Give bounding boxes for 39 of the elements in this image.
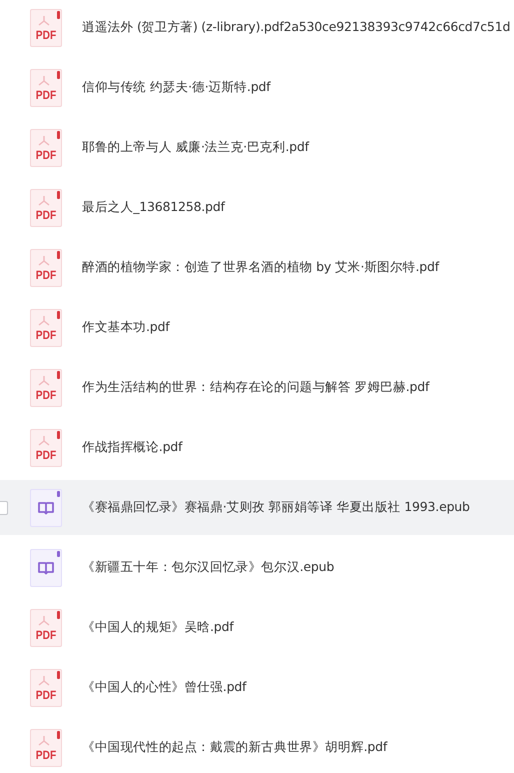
file-row[interactable]: PDF 作文基本功.pdf xyxy=(0,300,514,355)
file-row[interactable]: 《赛福鼎回忆录》赛福鼎·艾则孜 郭丽娟等译 华夏出版社 1993.epub xyxy=(0,480,514,535)
file-name: 《中国人的规矩》吴晗.pdf xyxy=(82,619,234,636)
pdf-file-icon: PDF xyxy=(30,608,62,646)
pdf-file-icon: PDF xyxy=(30,668,62,706)
pdf-file-icon: PDF xyxy=(30,728,62,766)
file-row[interactable]: PDF 最后之人_13681258.pdf xyxy=(0,180,514,235)
file-row[interactable]: PDF 作为生活结构的世界：结构存在论的问题与解答 罗姆巴赫.pdf xyxy=(0,360,514,415)
file-name: 信仰与传统 约瑟夫·德·迈斯特.pdf xyxy=(82,79,270,96)
pdf-file-icon: PDF xyxy=(30,308,62,346)
pdf-file-icon: PDF xyxy=(30,128,62,166)
file-name: 《新疆五十年：包尔汉回忆录》包尔汉.epub xyxy=(82,559,334,576)
pdf-file-icon: PDF xyxy=(30,8,62,46)
file-row[interactable]: PDF 作战指挥概论.pdf xyxy=(0,420,514,475)
file-name: 作文基本功.pdf xyxy=(82,319,170,336)
pdf-file-icon: PDF xyxy=(30,428,62,466)
file-row[interactable]: PDF 耶鲁的上帝与人 威廉·法兰克·巴克利.pdf xyxy=(0,120,514,175)
file-name: 耶鲁的上帝与人 威廉·法兰克·巴克利.pdf xyxy=(82,139,309,156)
pdf-file-icon: PDF xyxy=(30,68,62,106)
file-name: 作为生活结构的世界：结构存在论的问题与解答 罗姆巴赫.pdf xyxy=(82,379,430,396)
file-row[interactable]: PDF 醉酒的植物学家：创造了世界名酒的植物 by 艾米·斯图尔特.pdf xyxy=(0,240,514,295)
pdf-file-icon: PDF xyxy=(30,248,62,286)
file-name: 《中国人的心性》曾仕强.pdf xyxy=(82,679,246,696)
file-row[interactable]: 《新疆五十年：包尔汉回忆录》包尔汉.epub xyxy=(0,540,514,595)
file-name: 逍遥法外 (贺卫方著) (z-library).pdf2a530ce92138393c9742c66cd7c51d xyxy=(82,19,510,36)
file-row[interactable]: PDF 《中国现代性的起点：戴震的新古典世界》胡明辉.pdf xyxy=(0,720,514,773)
book-file-icon xyxy=(30,488,62,526)
file-name: 《中国现代性的起点：戴震的新古典世界》胡明辉.pdf xyxy=(82,739,388,756)
file-row[interactable]: PDF 《中国人的心性》曾仕强.pdf xyxy=(0,660,514,715)
book-file-icon xyxy=(30,548,62,586)
file-row[interactable]: PDF 逍遥法外 (贺卫方著) (z-library).pdf2a530ce92138393c9742c66cd7c51d xyxy=(0,0,514,55)
pdf-file-icon: PDF xyxy=(30,368,62,406)
pdf-file-icon: PDF xyxy=(30,188,62,226)
file-row[interactable]: PDF 信仰与传统 约瑟夫·德·迈斯特.pdf xyxy=(0,60,514,115)
file-name: 作战指挥概论.pdf xyxy=(82,439,182,456)
file-name: 醉酒的植物学家：创造了世界名酒的植物 by 艾米·斯图尔特.pdf xyxy=(82,259,439,276)
file-name: 《赛福鼎回忆录》赛福鼎·艾则孜 郭丽娟等译 华夏出版社 1993.epub xyxy=(82,499,470,516)
file-name: 最后之人_13681258.pdf xyxy=(82,199,225,216)
file-row[interactable]: PDF 《中国人的规矩》吴晗.pdf xyxy=(0,600,514,655)
